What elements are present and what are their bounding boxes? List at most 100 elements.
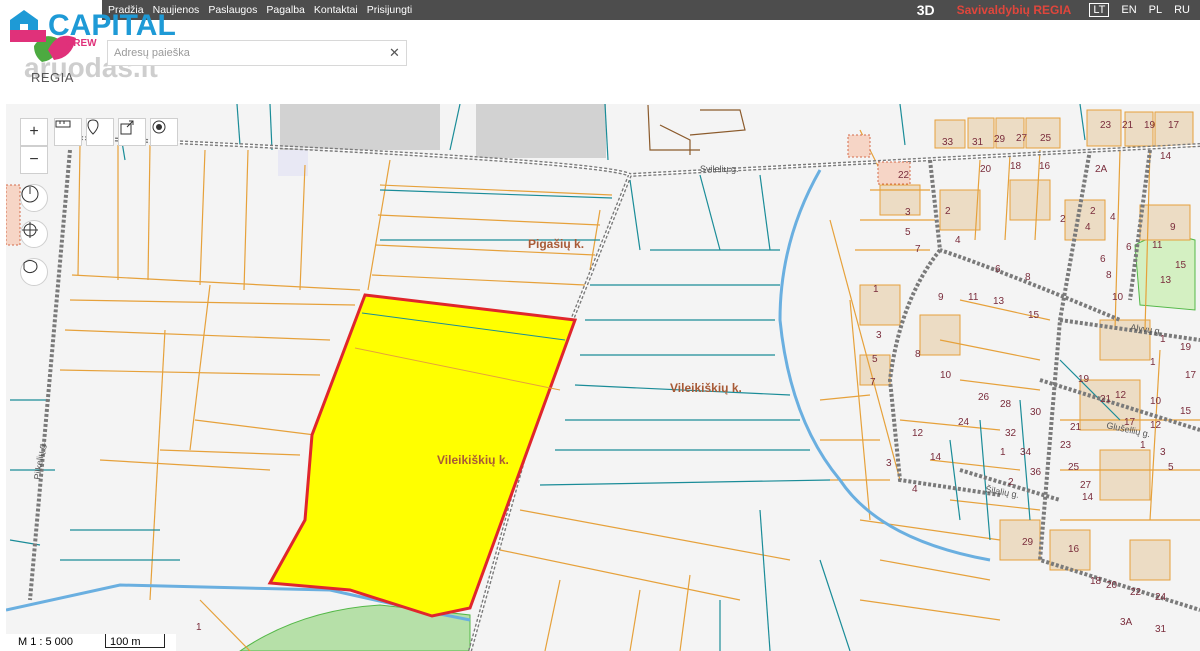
north-compass-button[interactable]: [20, 184, 48, 212]
parcel-number: 31: [1155, 624, 1167, 635]
parcel-number: 16: [1068, 544, 1080, 555]
share-button[interactable]: [118, 118, 146, 146]
parcel-number: 1: [1140, 440, 1146, 451]
place-label-vileikiskiu-east: Vileikiškių k.: [670, 381, 742, 395]
header-right: 3D Savivaldybių REGIA LT EN PL RU: [917, 0, 1190, 20]
lang-ru-button[interactable]: RU: [1174, 4, 1190, 16]
parcel-number: 24: [1155, 592, 1167, 603]
logo-crew-text: CREW: [66, 38, 97, 49]
parcel-number: 1: [1000, 447, 1006, 458]
clear-search-icon[interactable]: ✕: [389, 45, 400, 61]
parcel-number: 12: [912, 428, 924, 439]
parcel-number: 3A: [1120, 617, 1133, 628]
parcel-number: 23: [1100, 120, 1112, 131]
parcel-number: 20: [1106, 580, 1118, 591]
3d-toggle-button[interactable]: 3D: [917, 2, 935, 18]
parcel-number: 2: [1008, 477, 1014, 488]
parcel-number: 10: [940, 370, 952, 381]
parcel-number: 22: [1130, 587, 1142, 598]
parcel-number: 30: [1030, 407, 1042, 418]
parcel-number: 18: [1090, 576, 1102, 587]
scale-bar: M 1 : 5 000 100 m: [6, 634, 176, 651]
parcel-number: 25: [1040, 133, 1052, 144]
parcel-number: 15: [1180, 406, 1192, 417]
parcel-number: 29: [994, 134, 1006, 145]
crosshair-icon: [22, 222, 38, 238]
address-search-input[interactable]: [107, 40, 407, 66]
parcel-number: 24: [958, 417, 970, 428]
parcel-number: 11: [968, 292, 979, 303]
zoom-in-button[interactable]: +: [20, 118, 48, 146]
place-label-vileikiskiu-parcel: Vileikiškių k.: [437, 453, 509, 467]
parcel-number: 12: [1115, 390, 1127, 401]
parcel-number: 15: [1175, 260, 1187, 271]
regia-label: REGIA: [31, 70, 74, 85]
parcel-number: 4: [912, 484, 918, 495]
parcel-number: 10: [1112, 292, 1124, 303]
parcel-number: 17: [1168, 120, 1180, 131]
parcel-number: 1: [873, 284, 879, 295]
parcel-number: 8: [915, 349, 921, 360]
target-button[interactable]: [20, 220, 48, 248]
menu-item-pagalba[interactable]: Pagalba: [266, 4, 305, 16]
parcel-number: 33: [942, 137, 954, 148]
locate-icon: [152, 120, 166, 134]
draw-polygon-button[interactable]: [20, 258, 48, 286]
parcel-number: 21: [1100, 394, 1112, 405]
menu-item-kontaktai[interactable]: Kontaktai: [314, 4, 358, 16]
parcel-number: 3: [1160, 447, 1166, 458]
parcel-number: 6: [995, 264, 1001, 275]
parcel-number: 14: [930, 452, 942, 463]
parcel-number: 5: [905, 227, 911, 238]
parcel-number: 10: [1150, 396, 1162, 407]
place-marker-button[interactable]: [86, 118, 114, 146]
parcel-number: 16: [1039, 161, 1051, 172]
parcel-number: 12: [1150, 420, 1162, 431]
compass-icon: [21, 185, 39, 203]
parcel-number: 27: [1080, 480, 1092, 491]
parcel-number: 26: [978, 392, 990, 403]
parcel-number: 6: [1100, 254, 1106, 265]
parcel-number: 2: [1060, 214, 1066, 225]
parcel-number: 17: [1185, 370, 1197, 381]
parcel-number: 22: [898, 170, 910, 181]
lang-lt-button[interactable]: LT: [1089, 3, 1110, 17]
parcel-number: 13: [993, 296, 1005, 307]
measure-distance-button[interactable]: [54, 118, 82, 146]
parcel-number: 32: [1005, 428, 1017, 439]
parcel-number: 13: [1160, 275, 1172, 286]
lang-pl-button[interactable]: PL: [1149, 4, 1162, 16]
parcel-number: 21: [1122, 120, 1134, 131]
parcel-number: 25: [1068, 462, 1080, 473]
parcel-number: 8: [1106, 270, 1112, 281]
parcel-number: 7: [870, 377, 876, 388]
menu-item-paslaugos[interactable]: Paslaugos: [208, 4, 257, 16]
parcel-number: 4: [1110, 212, 1116, 223]
parcel-number: 9: [1170, 222, 1176, 233]
parcel-number: 19: [1180, 342, 1192, 353]
parcel-number: 4: [955, 235, 961, 246]
parcel-number: 2: [945, 206, 951, 217]
parcel-number: 15: [1028, 310, 1040, 321]
parcel-number: 34: [1020, 447, 1032, 458]
parcel-number: 36: [1030, 467, 1042, 478]
parcel-number: 5: [872, 354, 878, 365]
scale-bar-label: 100 m: [110, 636, 141, 648]
cadastral-map: Pigašių k. Vileikiškių k. Vileikiškių k.…: [6, 104, 1200, 651]
parcel-number: 14: [1160, 151, 1172, 162]
menu-item-prisijungti[interactable]: Prisijungti: [367, 4, 413, 16]
locate-button[interactable]: [150, 118, 178, 146]
place-label-pigasiu: Pigašių k.: [528, 237, 584, 251]
parcel-number: 19: [1078, 374, 1090, 385]
zoom-out-button[interactable]: −: [20, 146, 48, 174]
scale-ratio: M 1 : 5 000: [18, 636, 74, 648]
lang-en-button[interactable]: EN: [1121, 4, 1136, 16]
parcel-number: 3: [905, 207, 911, 218]
parcel-number: 1: [196, 622, 202, 633]
parcel-number: 5: [1168, 462, 1174, 473]
map-canvas[interactable]: Pigašių k. Vileikiškių k. Vileikiškių k.…: [6, 104, 1200, 651]
parcel-number: 29: [1022, 537, 1034, 548]
map-pin-icon: [87, 119, 99, 135]
parcel-number: 2: [1090, 206, 1096, 217]
parcel-number: 31: [972, 137, 984, 148]
